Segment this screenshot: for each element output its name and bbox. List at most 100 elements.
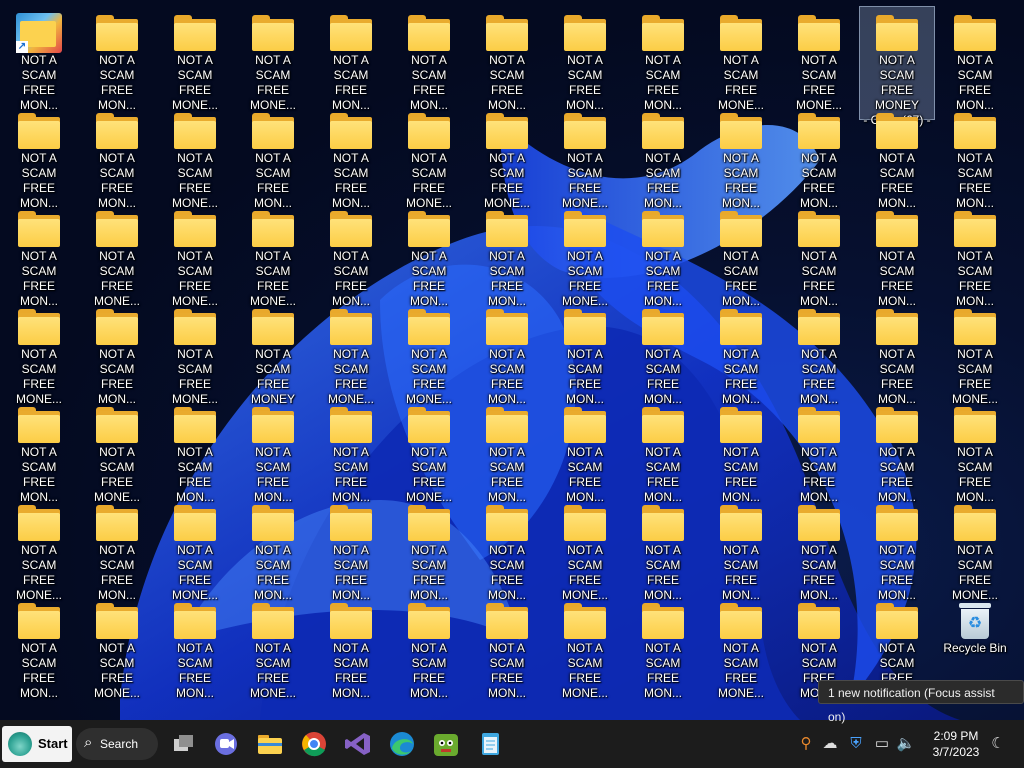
desktop-folder[interactable]: NOT A SCAM FREE MONE... [547, 496, 623, 602]
desktop-folder[interactable]: NOT A SCAM FREE MON... [1, 594, 77, 700]
desktop-folder[interactable]: NOT A SCAM FREE MON... [703, 398, 779, 504]
chrome-icon[interactable] [298, 728, 330, 760]
desktop-folder[interactable]: NOT A SCAM FREE MON... [859, 594, 935, 700]
recycle-bin[interactable]: ♻ Recycle Bin [937, 594, 1013, 686]
desktop-folder[interactable]: NOT A SCAM FREE MON... [235, 496, 311, 602]
desktop-folder[interactable]: NOT A SCAM FREE MONE... [937, 496, 1013, 602]
network-icon[interactable]: ▭ [872, 734, 892, 754]
desktop-folder[interactable]: NOT A SCAM FREE MON... [703, 496, 779, 602]
desktop-folder[interactable]: NOT A SCAM FREE MON... [79, 496, 155, 602]
desktop-folder[interactable]: NOT A SCAM FREE MON... [313, 202, 389, 308]
task-view-icon[interactable] [168, 728, 200, 760]
desktop-folder[interactable]: NOT A SCAM FREE MON... [391, 6, 467, 112]
desktop-folder[interactable]: NOT A SCAM FREE MON... [79, 104, 155, 210]
desktop-folder[interactable]: NOT A SCAM FREE MONE... [157, 104, 233, 210]
desktop-folder[interactable]: NOT A SCAM FREE MONE... [469, 104, 545, 210]
desktop-folder[interactable]: NOT A SCAM FREE MON... [79, 300, 155, 406]
desktop-folder[interactable]: NOT A SCAM FREE MON... [781, 300, 857, 406]
desktop-folder[interactable]: NOT A SCAM FREE MONE... [157, 300, 233, 406]
desktop-folder[interactable]: NOT A SCAM FREE MONE... [157, 6, 233, 112]
desktop-folder[interactable]: NOT A SCAM FREE MON... [859, 300, 935, 406]
desktop-folder[interactable]: NOT A SCAM FREE MONE... [781, 6, 857, 112]
desktop-folder[interactable]: NOT A SCAM FREE MON... [1, 398, 77, 504]
desktop-folder[interactable]: NOT A SCAM FREE MON... [313, 594, 389, 700]
desktop-folder[interactable]: NOT A SCAM FREE MON... [313, 398, 389, 504]
desktop-folder[interactable]: NOT A SCAM FREE MONEY [235, 300, 311, 406]
desktop-folder[interactable]: NOT A SCAM FREE MON... [625, 496, 701, 602]
desktop-folder[interactable]: NOT A SCAM FREE MONE... [547, 202, 623, 308]
desktop-folder[interactable]: NOT A SCAM FREE MON... [937, 398, 1013, 504]
desktop-folder[interactable]: NOT A SCAM FREE MONE... [235, 594, 311, 700]
search-button[interactable]: ⌕ Search [76, 728, 158, 760]
file-explorer-icon[interactable] [254, 728, 286, 760]
desktop-folder[interactable]: NOT A SCAM FREE MON... [859, 496, 935, 602]
desktop-folder[interactable]: NOT A SCAM FREE MONE... [157, 202, 233, 308]
desktop-folder[interactable]: NOT A SCAM FREE MON... [313, 496, 389, 602]
desktop-folder[interactable]: NOT A SCAM FREE MON... [469, 594, 545, 700]
desktop-folder[interactable]: NOT A SCAM FREE MONE... [1, 496, 77, 602]
desktop-folder[interactable]: NOT A SCAM FREE MONE... [157, 496, 233, 602]
desktop-folder[interactable]: NOT A SCAM FREE MONE... [703, 6, 779, 112]
desktop-folder[interactable]: NOT A SCAM FREE MON... [703, 300, 779, 406]
desktop-folder[interactable]: NOT A SCAM FREE MON... [937, 202, 1013, 308]
desktop-folder[interactable]: NOT A SCAM FREE MON... [703, 202, 779, 308]
cloud-offline-icon[interactable]: ☁ [820, 734, 840, 754]
desktop-folder[interactable]: NOT A SCAM FREE MON... [79, 6, 155, 112]
edge-icon[interactable] [386, 728, 418, 760]
desktop-folder[interactable]: NOT A SCAM FREE MON... [859, 398, 935, 504]
desktop-folder[interactable]: NOT A SCAM FREE MONE... [1, 300, 77, 406]
desktop-folder[interactable]: NOT A SCAM FREE MONE... [313, 300, 389, 406]
visual-studio-icon[interactable] [342, 728, 374, 760]
desktop-folder[interactable]: NOT A SCAM FREE MONE... [79, 398, 155, 504]
desktop-folder[interactable]: NOT A SCAM FREE MON... [781, 496, 857, 602]
desktop-folder[interactable]: NOT A SCAM FREE MONE... [79, 594, 155, 700]
desktop-folder[interactable]: NOT A SCAM FREE MONE... [391, 104, 467, 210]
clock[interactable]: 2:09 PM 3/7/2023 [926, 728, 986, 760]
desktop-folder[interactable]: NOT A SCAM FREE MON... [313, 6, 389, 112]
desktop-folder[interactable]: NOT A SCAM FREE MONE... [235, 202, 311, 308]
desktop-folder[interactable]: NOT A SCAM FREE MON... [859, 202, 935, 308]
desktop-folder[interactable]: NOT A SCAM FREE MONE... [937, 300, 1013, 406]
desktop-folder[interactable]: NOT A SCAM FREE MON... [469, 202, 545, 308]
desktop-folder[interactable]: NOT A SCAM FREE MON... [547, 6, 623, 112]
desktop-folder[interactable]: NOT A SCAM FREE MON... [469, 398, 545, 504]
notepad-icon[interactable] [474, 728, 506, 760]
desktop-folder[interactable]: NOT A SCAM FREE MONE... [703, 594, 779, 700]
desktop-folder[interactable]: NOT A SCAM FREE MON... [1, 202, 77, 308]
volume-icon[interactable]: 🔈 [896, 734, 916, 754]
desktop-folder[interactable]: NOT A SCAM FREE MON... [547, 398, 623, 504]
desktop-folder[interactable]: NOT A SCAM FREE MON... [937, 6, 1013, 112]
notification-center-icon[interactable]: ☾ [988, 734, 1008, 754]
desktop-folder[interactable]: NOT A SCAM FREE MON... [391, 202, 467, 308]
desktop-folder[interactable]: NOT A SCAM FREE MON... [469, 6, 545, 112]
search-tool-icon[interactable]: ⚲ [796, 734, 816, 754]
desktop-folder[interactable]: NOT A SCAM FREE MON... [781, 202, 857, 308]
desktop-shortcut[interactable]: ↗ NOT A SCAM FREE MON... [1, 6, 77, 112]
desktop-folder[interactable]: NOT A SCAM FREE MON... [391, 594, 467, 700]
desktop-folder[interactable]: NOT A SCAM FREE MON... [781, 398, 857, 504]
desktop-folder[interactable]: NOT A SCAM FREE MON... [859, 104, 935, 210]
desktop-folder[interactable]: NOT A SCAM FREE MON... [235, 104, 311, 210]
desktop-folder[interactable]: NOT A SCAM FREE MON... [625, 104, 701, 210]
desktop-folder[interactable]: NOT A SCAM FREE MONE... [391, 398, 467, 504]
desktop-folder[interactable]: NOT A SCAM FREE MON... [547, 300, 623, 406]
teams-chat-icon[interactable] [210, 728, 242, 760]
security-icon[interactable]: ⛨ [846, 734, 866, 754]
desktop-folder[interactable]: NOT A SCAM FREE MON... [157, 398, 233, 504]
desktop-folder[interactable]: NOT A SCAM FREE MON... [625, 594, 701, 700]
desktop-folder[interactable]: NOT A SCAM FREE MONE... [79, 202, 155, 308]
game-app-icon[interactable] [430, 728, 462, 760]
desktop-folder[interactable]: NOT A SCAM FREE MON... [625, 300, 701, 406]
desktop-folder[interactable]: NOT A SCAM FREE MON... [391, 496, 467, 602]
desktop-folder[interactable]: NOT A SCAM FREE MON... [937, 104, 1013, 210]
desktop-folder[interactable]: NOT A SCAM FREE MONE... [547, 594, 623, 700]
desktop-folder[interactable]: NOT A SCAM FREE MON... [313, 104, 389, 210]
desktop-folder[interactable]: NOT A SCAM FREE MONE... [391, 300, 467, 406]
desktop-folder[interactable]: NOT A SCAM FREE MON... [157, 594, 233, 700]
desktop-folder[interactable]: NOT A SCAM FREE MON... [703, 104, 779, 210]
desktop-folder[interactable]: NOT A SCAM FREE MONE... [235, 6, 311, 112]
desktop-folder[interactable]: NOT A SCAM FREE MON... [1, 104, 77, 210]
desktop-folder[interactable]: NOT A SCAM FREE MON... [469, 300, 545, 406]
desktop-folder[interactable]: NOT A SCAM FREE MON... [625, 202, 701, 308]
desktop-folder[interactable]: NOT A SCAM FREE MON... [781, 104, 857, 210]
